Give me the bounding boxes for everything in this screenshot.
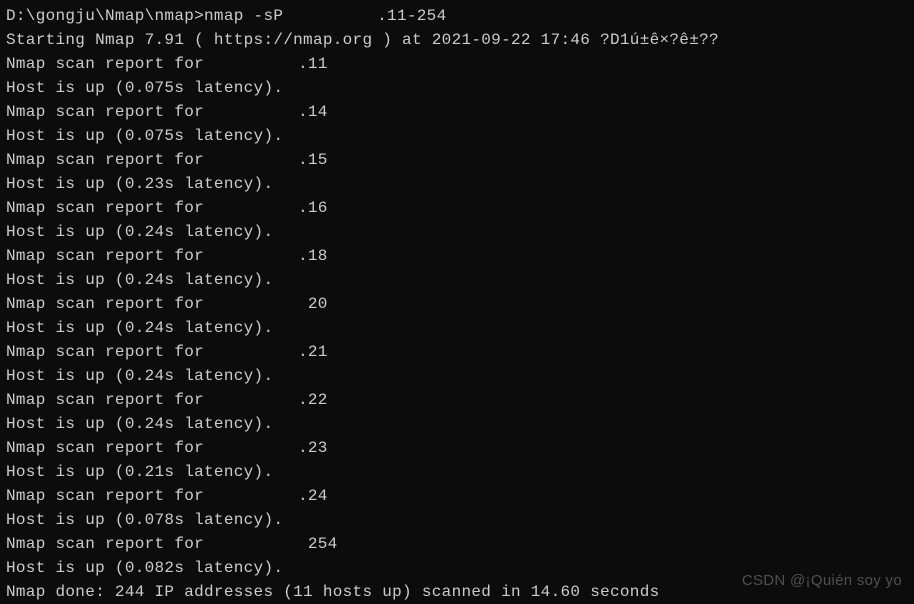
scan-report-line: Nmap scan report for .23 [6,436,908,460]
watermark-text: CSDN @¡Quién soy yo [742,570,902,593]
report-prefix: Nmap scan report for [6,103,214,121]
nmap-start-line: Starting Nmap 7.91 ( https://nmap.org ) … [6,28,908,52]
report-prefix: Nmap scan report for [6,343,214,361]
report-prefix: Nmap scan report for [6,247,214,265]
redacted-ip [214,534,298,550]
ip-suffix: .18 [298,247,328,265]
host-status-line: Host is up (0.078s latency). [6,508,908,532]
scan-report-line: Nmap scan report for .18 [6,244,908,268]
ip-suffix: 254 [298,535,338,553]
target-suffix: .11-254 [377,7,446,25]
ip-suffix: .11 [298,55,328,73]
scan-report-line: Nmap scan report for 254 [6,532,908,556]
host-status-line: Host is up (0.24s latency). [6,364,908,388]
scan-report-line: Nmap scan report for .16 [6,196,908,220]
report-prefix: Nmap scan report for [6,391,214,409]
report-prefix: Nmap scan report for [6,151,214,169]
command-text: nmap -sP [204,7,293,25]
scan-report-line: Nmap scan report for .21 [6,340,908,364]
report-prefix: Nmap scan report for [6,439,214,457]
report-prefix: Nmap scan report for [6,295,214,313]
redacted-ip [214,102,298,118]
host-status-line: Host is up (0.075s latency). [6,76,908,100]
redacted-ip [214,54,298,70]
ip-suffix: .24 [298,487,328,505]
scan-report-line: Nmap scan report for 20 [6,292,908,316]
prompt-path: D:\gongju\Nmap\nmap> [6,7,204,25]
ip-suffix: .22 [298,391,328,409]
ip-suffix: .16 [298,199,328,217]
report-prefix: Nmap scan report for [6,487,214,505]
report-prefix: Nmap scan report for [6,535,214,553]
host-status-line: Host is up (0.24s latency). [6,268,908,292]
scan-report-line: Nmap scan report for .15 [6,148,908,172]
host-status-line: Host is up (0.075s latency). [6,124,908,148]
ip-suffix: .21 [298,343,328,361]
ip-suffix: .23 [298,439,328,457]
report-prefix: Nmap scan report for [6,199,214,217]
scan-report-line: Nmap scan report for .14 [6,100,908,124]
report-prefix: Nmap scan report for [6,55,214,73]
redacted-ip [214,246,298,262]
redacted-ip [214,390,298,406]
scan-report-line: Nmap scan report for .22 [6,388,908,412]
host-status-line: Host is up (0.21s latency). [6,460,908,484]
scan-report-line: Nmap scan report for .11 [6,52,908,76]
redacted-ip [214,294,298,310]
command-line: D:\gongju\Nmap\nmap>nmap -sP .11-254 [6,4,908,28]
scan-report-line: Nmap scan report for .24 [6,484,908,508]
host-status-line: Host is up (0.24s latency). [6,220,908,244]
terminal-output: D:\gongju\Nmap\nmap>nmap -sP .11-254 Sta… [6,4,908,604]
redacted-ip [293,6,377,22]
host-status-line: Host is up (0.24s latency). [6,316,908,340]
host-status-line: Host is up (0.24s latency). [6,412,908,436]
host-status-line: Host is up (0.23s latency). [6,172,908,196]
ip-suffix: 20 [298,295,328,313]
redacted-ip [214,486,298,502]
ip-suffix: .14 [298,103,328,121]
redacted-ip [214,150,298,166]
ip-suffix: .15 [298,151,328,169]
redacted-ip [214,198,298,214]
scan-results: Nmap scan report for .11Host is up (0.07… [6,52,908,580]
redacted-ip [214,438,298,454]
redacted-ip [214,342,298,358]
